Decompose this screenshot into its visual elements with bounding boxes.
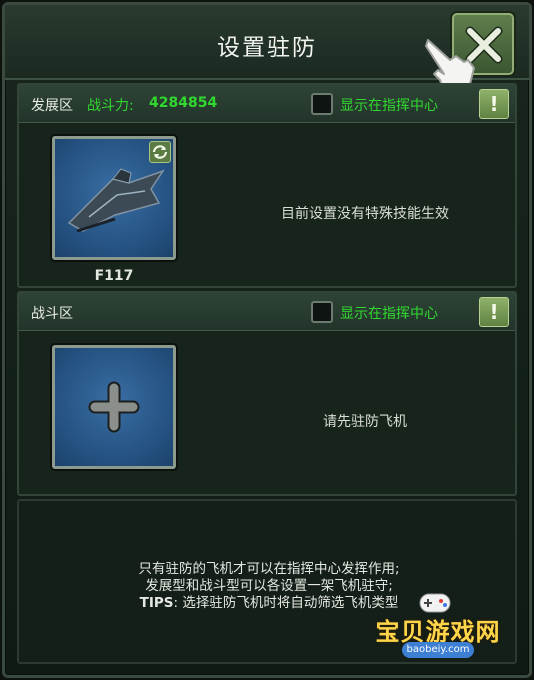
power-value: 4284854 <box>149 95 218 111</box>
show-in-center-checkbox[interactable] <box>311 93 333 115</box>
tips-line-1: 只有驻防的飞机才可以在指挥中心发挥作用; <box>138 561 400 577</box>
deploy-plane-prompt: 请先驻防飞机 <box>323 414 407 430</box>
combat-zone-header: 战斗区 显示在指挥中心 ! <box>19 293 515 331</box>
plus-icon <box>88 381 140 433</box>
development-zone-label: 发展区 <box>31 98 73 114</box>
watermark-url: baobeiy.com <box>402 642 474 658</box>
combat-zone-label: 战斗区 <box>31 306 73 322</box>
development-zone-header: 发展区 战斗力: 4284854 显示在指挥中心 ! <box>19 85 515 123</box>
combat-plane-slot[interactable] <box>52 345 176 469</box>
swap-icon[interactable] <box>149 141 171 163</box>
show-in-center-label[interactable]: 显示在指挥中心 <box>340 95 438 115</box>
effect-status-text: 目前设置没有特殊技能生效 <box>281 206 449 222</box>
plane-name: F117 <box>94 268 134 284</box>
development-plane-slot[interactable] <box>52 136 176 260</box>
show-in-center-checkbox[interactable] <box>311 301 333 323</box>
tips-key: TIPS <box>139 595 174 611</box>
development-zone-panel: 发展区 战斗力: 4284854 显示在指挥中心 ! F117 目前设置没有特殊… <box>17 83 517 288</box>
show-in-center-label[interactable]: 显示在指挥中心 <box>340 303 438 323</box>
exclamation-icon[interactable]: ! <box>479 297 509 327</box>
power-label: 战斗力: <box>87 98 134 114</box>
exclamation-icon[interactable]: ! <box>479 89 509 119</box>
watermark-logo: 宝贝游戏网 baobeiy.com <box>358 590 518 670</box>
combat-zone-panel: 战斗区 显示在指挥中心 ! 请先驻防飞机 <box>17 291 517 496</box>
